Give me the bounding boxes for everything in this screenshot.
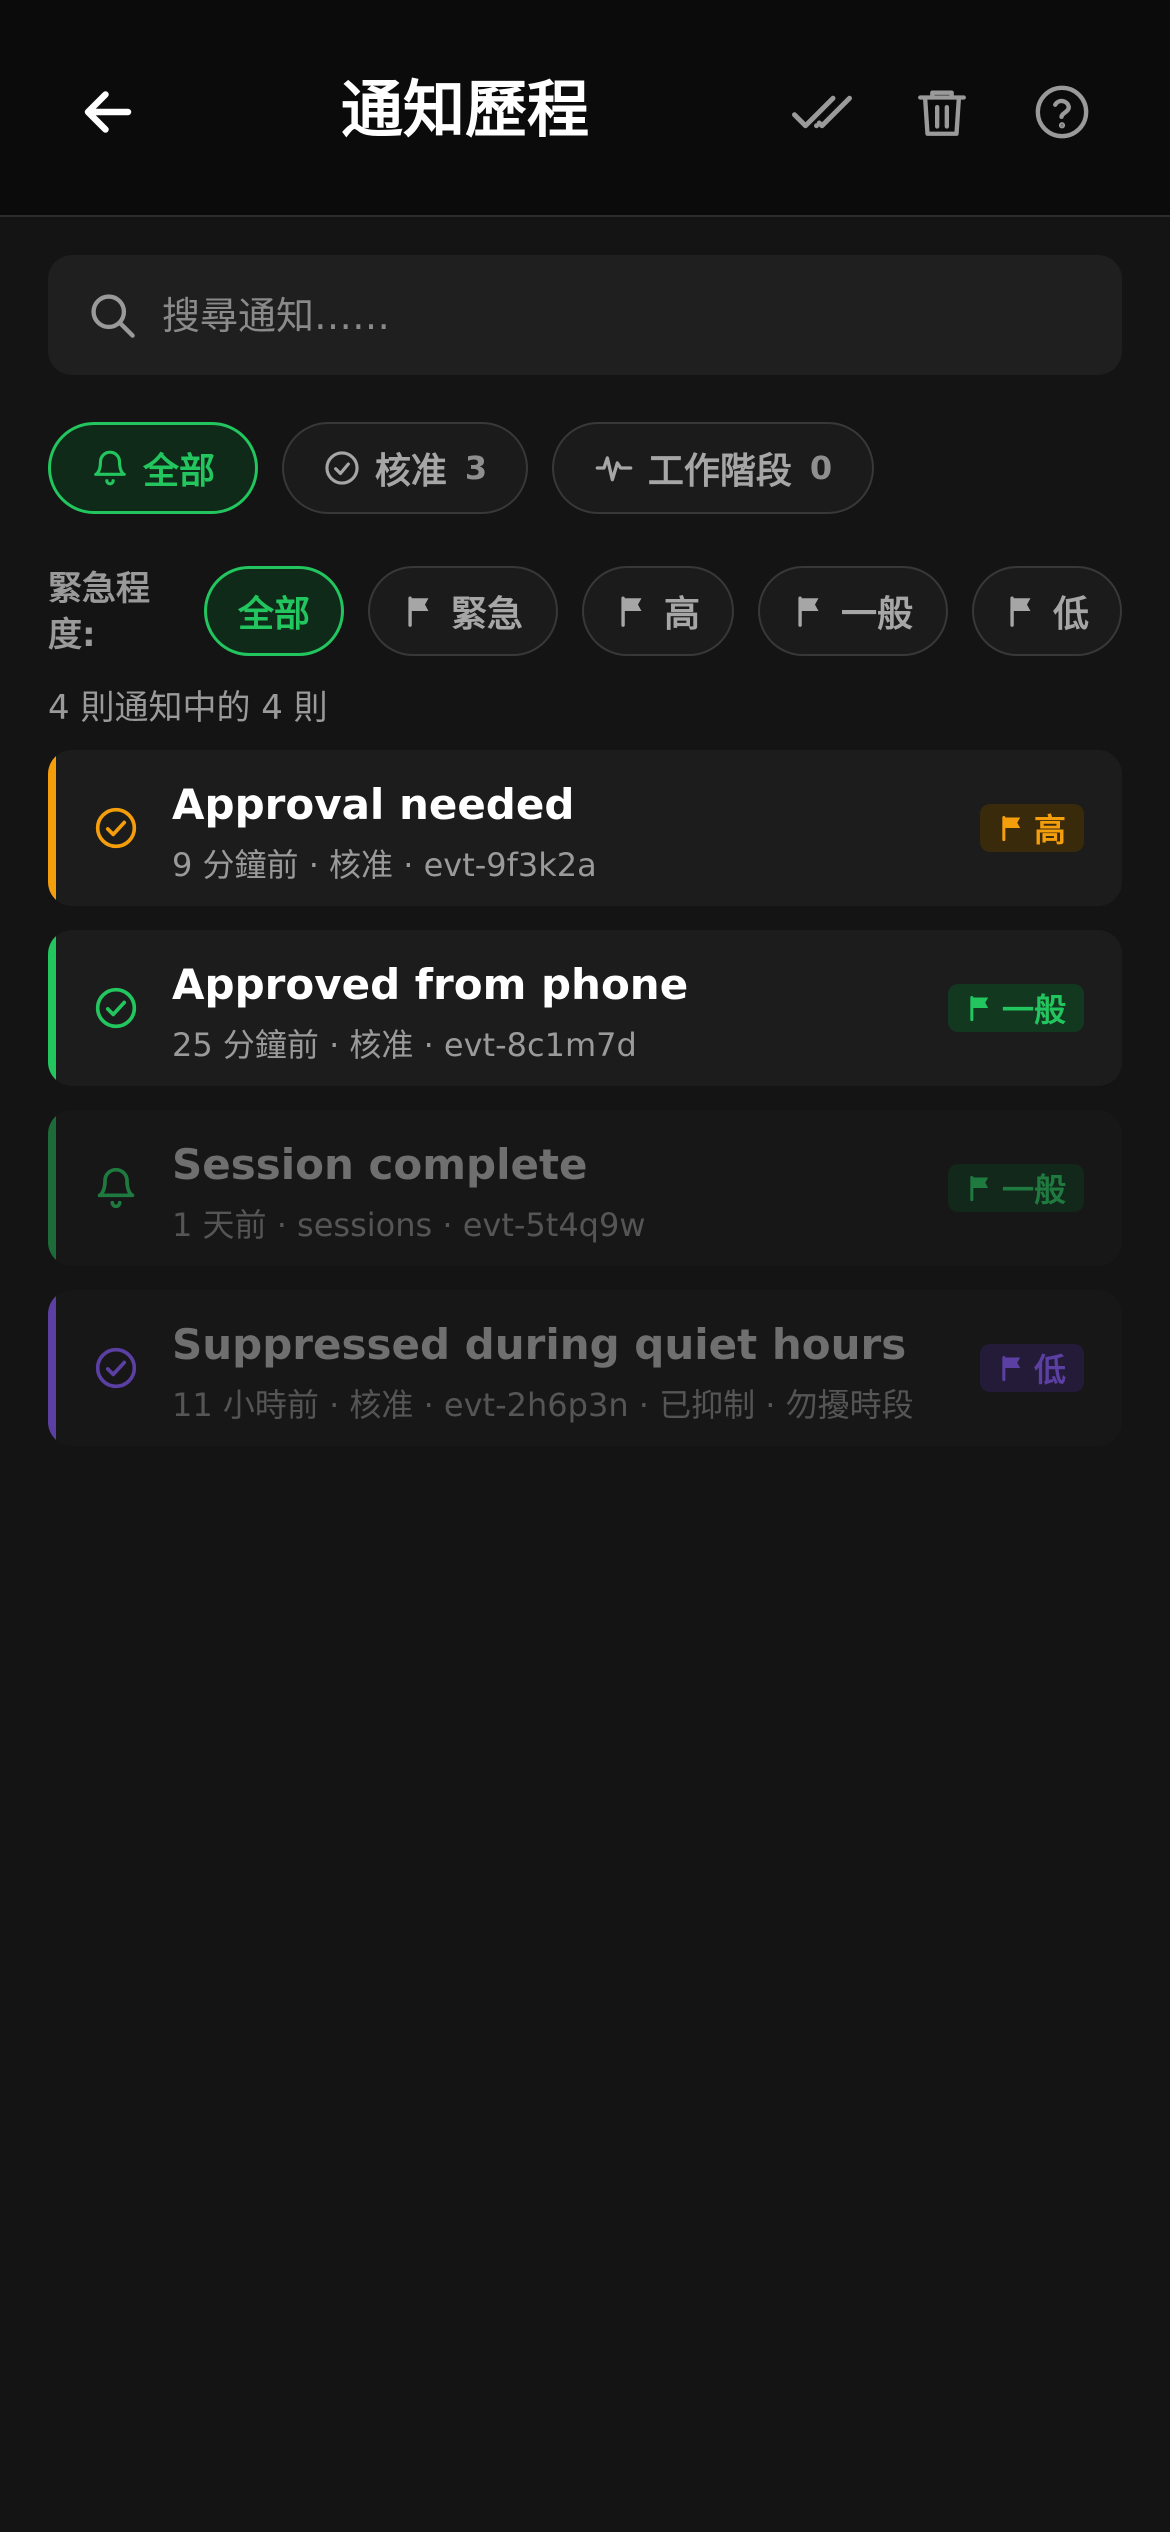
urgency-badge-label: 高 xyxy=(1034,811,1067,849)
urgency-badge: 高 xyxy=(980,804,1085,852)
type-filter-label: 工作階段 xyxy=(647,451,792,492)
notification-title: Session complete xyxy=(172,1140,588,1189)
flag-icon xyxy=(1002,1355,1021,1382)
check-circle-icon xyxy=(95,987,137,1029)
notification-meta: 25 分鐘前 · 核准 · evt-8c1m7d xyxy=(172,1026,637,1064)
notification-title: Approved from phone xyxy=(172,960,689,1009)
trash-icon xyxy=(918,90,966,136)
flag-icon xyxy=(1002,815,1021,842)
check-circle-icon xyxy=(325,451,359,485)
notification-item[interactable]: Approval needed 9 分鐘前 · 核准 · evt-9f3k2a … xyxy=(48,750,1122,906)
urgency-filter-normal[interactable]: 一般 xyxy=(758,566,948,656)
type-filter-count: 0 xyxy=(809,449,833,487)
bell-icon xyxy=(97,1167,135,1209)
search-bar xyxy=(48,255,1122,375)
notification-item[interactable]: Session complete 1 天前 · sessions · evt-5… xyxy=(48,1110,1122,1266)
type-filter-all[interactable]: 全部 xyxy=(48,422,258,514)
flag-icon xyxy=(970,1175,989,1202)
flag-icon xyxy=(408,596,429,627)
type-filter-label: 全部 xyxy=(142,451,215,492)
flag-icon xyxy=(970,995,989,1022)
notification-item[interactable]: Approved from phone 25 分鐘前 · 核准 · evt-8c… xyxy=(48,930,1122,1086)
type-filter-label: 核准 xyxy=(374,451,447,492)
urgency-filter-label: 全部 xyxy=(237,594,310,635)
type-filter-approvals[interactable]: 核准 3 xyxy=(282,422,528,514)
urgency-badge-label: 一般 xyxy=(1002,1171,1067,1209)
urgency-stripe xyxy=(48,930,56,1086)
page-title: 通知歷程 xyxy=(340,73,589,146)
urgency-badge: 一般 xyxy=(948,1164,1085,1212)
app-header: 通知歷程 xyxy=(0,0,1170,217)
notification-item[interactable]: Suppressed during quiet hours 11 小時前 · 核… xyxy=(48,1290,1122,1446)
notification-meta: 1 天前 · sessions · evt-5t4q9w xyxy=(172,1206,646,1244)
search-icon xyxy=(91,294,135,338)
urgency-stripe xyxy=(48,1290,56,1446)
bell-icon xyxy=(94,450,126,486)
urgency-badge-label: 低 xyxy=(1034,1351,1067,1389)
mark-all-read-button[interactable] xyxy=(782,72,862,152)
urgency-badge: 低 xyxy=(980,1344,1085,1392)
double-check-icon xyxy=(792,95,852,129)
check-circle-icon xyxy=(95,1347,137,1389)
notification-title: Suppressed during quiet hours xyxy=(172,1320,907,1369)
check-circle-icon xyxy=(95,807,137,849)
urgency-stripe xyxy=(48,1110,56,1266)
results-summary: 4 則通知中的 4 則 xyxy=(48,688,328,728)
urgency-stripe xyxy=(48,750,56,906)
urgency-label: 緊急程度: xyxy=(48,569,150,655)
urgency-filter-label: 一般 xyxy=(840,594,913,635)
urgency-filter-label: 緊急 xyxy=(450,594,523,635)
notification-meta: 11 小時前 · 核准 · evt-2h6p3n · 已抑制 · 勿擾時段 xyxy=(172,1386,914,1424)
urgency-filter-label: 低 xyxy=(1052,594,1089,635)
type-filter-count: 3 xyxy=(464,449,488,487)
flag-icon xyxy=(621,596,642,627)
urgency-filter-high[interactable]: 高 xyxy=(582,566,734,656)
search-input[interactable] xyxy=(160,283,1064,349)
back-button[interactable] xyxy=(68,72,148,152)
urgency-filter-critical[interactable]: 緊急 xyxy=(368,566,558,656)
clear-all-button[interactable] xyxy=(902,72,982,152)
urgency-badge-label: 一般 xyxy=(1002,991,1067,1029)
arrow-left-icon xyxy=(84,91,132,133)
urgency-filter-all[interactable]: 全部 xyxy=(204,566,344,656)
help-icon xyxy=(1035,85,1089,139)
flag-icon xyxy=(1010,596,1031,627)
type-filter-sessions[interactable]: 工作階段 0 xyxy=(552,422,874,514)
help-button[interactable] xyxy=(1022,72,1102,152)
notification-meta: 9 分鐘前 · 核准 · evt-9f3k2a xyxy=(172,846,597,884)
urgency-filter-low[interactable]: 低 xyxy=(972,566,1122,656)
notification-title: Approval needed xyxy=(172,780,575,829)
urgency-filter-label: 高 xyxy=(663,594,700,635)
urgency-badge: 一般 xyxy=(948,984,1085,1032)
activity-icon xyxy=(595,456,633,482)
flag-icon xyxy=(798,596,819,627)
